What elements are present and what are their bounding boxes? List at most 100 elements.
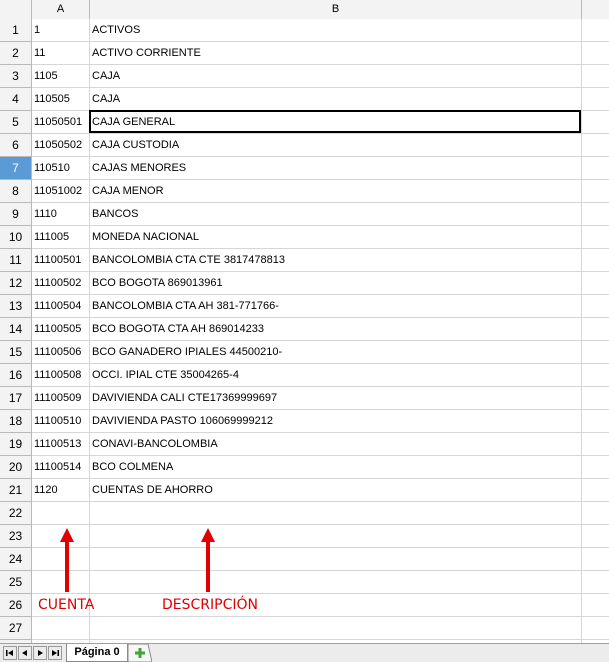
cell-descripcion[interactable]: CUENTAS DE AHORRO xyxy=(90,479,582,501)
row-header[interactable]: 2 xyxy=(0,42,32,65)
cell-descripcion[interactable]: BANCOLOMBIA CTA CTE 3817478813 xyxy=(90,249,582,271)
row-header[interactable]: 18 xyxy=(0,410,32,433)
cell-descripcion[interactable] xyxy=(90,617,582,639)
row-header[interactable]: 7 xyxy=(0,157,32,180)
cell-descripcion[interactable]: CAJA CUSTODIA xyxy=(90,134,582,156)
cell-empty[interactable] xyxy=(582,203,609,225)
cell-empty[interactable] xyxy=(582,249,609,271)
select-all-corner[interactable] xyxy=(0,0,32,19)
cell-empty[interactable] xyxy=(582,548,609,570)
cell-cuenta[interactable]: 11100506 xyxy=(32,341,90,363)
cell-descripcion[interactable] xyxy=(90,571,582,593)
cell-empty[interactable] xyxy=(582,157,609,179)
cell-cuenta[interactable]: 1110 xyxy=(32,203,90,225)
cell-cuenta[interactable]: 11100501 xyxy=(32,249,90,271)
cell-cuenta[interactable]: 11100509 xyxy=(32,387,90,409)
row-header[interactable]: 20 xyxy=(0,456,32,479)
cell-cuenta[interactable]: 11050501 xyxy=(32,111,90,133)
last-sheet-button[interactable] xyxy=(48,646,62,660)
cell-cuenta[interactable]: 11 xyxy=(32,42,90,64)
row-header[interactable]: 26 xyxy=(0,594,32,617)
cell-empty[interactable] xyxy=(582,42,609,64)
cell-cuenta[interactable]: 11100504 xyxy=(32,295,90,317)
cell-cuenta[interactable]: 11100508 xyxy=(32,364,90,386)
cell-cuenta[interactable] xyxy=(32,617,90,639)
column-header-c[interactable] xyxy=(582,0,609,19)
cell-empty[interactable] xyxy=(582,364,609,386)
row-header[interactable]: 3 xyxy=(0,65,32,88)
cell-empty[interactable] xyxy=(582,295,609,317)
cell-empty[interactable] xyxy=(582,318,609,340)
row-header[interactable]: 24 xyxy=(0,548,32,571)
cell-empty[interactable] xyxy=(582,571,609,593)
cell-empty[interactable] xyxy=(582,502,609,524)
previous-sheet-button[interactable] xyxy=(18,646,32,660)
cell-cuenta[interactable]: 1 xyxy=(32,19,90,41)
cell-empty[interactable] xyxy=(582,180,609,202)
cell-empty[interactable] xyxy=(582,19,609,41)
row-header[interactable]: 17 xyxy=(0,387,32,410)
cell-cuenta[interactable]: 1120 xyxy=(32,479,90,501)
cell-empty[interactable] xyxy=(582,456,609,478)
cell-cuenta[interactable]: 11100502 xyxy=(32,272,90,294)
cell-descripcion[interactable]: BCO BOGOTA CTA AH 869014233 xyxy=(90,318,582,340)
cell-descripcion[interactable]: BCO GANADERO IPIALES 44500210- xyxy=(90,341,582,363)
cell-empty[interactable] xyxy=(582,111,609,133)
cell-cuenta[interactable]: 11051002 xyxy=(32,180,90,202)
row-header[interactable]: 8 xyxy=(0,180,32,203)
row-header[interactable]: 13 xyxy=(0,295,32,318)
cell-descripcion[interactable] xyxy=(90,502,582,524)
cell-cuenta[interactable]: 110510 xyxy=(32,157,90,179)
cell-cuenta[interactable]: 1105 xyxy=(32,65,90,87)
row-header[interactable]: 16 xyxy=(0,364,32,387)
cell-descripcion[interactable]: BCO BOGOTA 869013961 xyxy=(90,272,582,294)
cell-empty[interactable] xyxy=(582,525,609,547)
cell-empty[interactable] xyxy=(582,479,609,501)
row-header[interactable]: 9 xyxy=(0,203,32,226)
cell-empty[interactable] xyxy=(582,134,609,156)
cell-empty[interactable] xyxy=(582,272,609,294)
row-header[interactable]: 1 xyxy=(0,19,32,42)
cell-descripcion[interactable] xyxy=(90,525,582,547)
cell-descripcion[interactable]: CAJA xyxy=(90,65,582,87)
cell-descripcion[interactable]: CAJAS MENORES xyxy=(90,157,582,179)
row-header[interactable]: 11 xyxy=(0,249,32,272)
row-header[interactable]: 6 xyxy=(0,134,32,157)
cell-descripcion[interactable]: DAVIVIENDA PASTO 106069999212 xyxy=(90,410,582,432)
first-sheet-button[interactable] xyxy=(3,646,17,660)
cell-empty[interactable] xyxy=(582,226,609,248)
cell-cuenta[interactable] xyxy=(32,502,90,524)
row-header[interactable]: 23 xyxy=(0,525,32,548)
row-header[interactable]: 5 xyxy=(0,111,32,134)
next-sheet-button[interactable] xyxy=(33,646,47,660)
cell-empty[interactable] xyxy=(582,594,609,616)
cell-empty[interactable] xyxy=(582,410,609,432)
cell-descripcion[interactable]: CAJA GENERAL xyxy=(90,111,582,133)
cell-descripcion[interactable]: CONAVI-BANCOLOMBIA xyxy=(90,433,582,455)
add-sheet-button[interactable] xyxy=(128,644,152,662)
column-header-b[interactable]: B xyxy=(90,0,582,19)
row-header[interactable]: 4 xyxy=(0,88,32,111)
cell-descripcion[interactable] xyxy=(90,548,582,570)
row-header[interactable]: 14 xyxy=(0,318,32,341)
cell-empty[interactable] xyxy=(582,617,609,639)
cell-cuenta[interactable]: 111005 xyxy=(32,226,90,248)
row-header[interactable]: 10 xyxy=(0,226,32,249)
cell-descripcion[interactable]: DAVIVIENDA CALI CTE17369999697 xyxy=(90,387,582,409)
row-header[interactable]: 15 xyxy=(0,341,32,364)
row-header[interactable]: 21 xyxy=(0,479,32,502)
cell-descripcion[interactable]: BCO COLMENA xyxy=(90,456,582,478)
cell-cuenta[interactable]: 11100514 xyxy=(32,456,90,478)
cell-descripcion[interactable]: OCCI. IPIAL CTE 35004265-4 xyxy=(90,364,582,386)
row-header[interactable]: 19 xyxy=(0,433,32,456)
cell-empty[interactable] xyxy=(582,65,609,87)
cell-cuenta[interactable]: 11100505 xyxy=(32,318,90,340)
cell-descripcion[interactable]: BANCOLOMBIA CTA AH 381-771766- xyxy=(90,295,582,317)
cell-descripcion[interactable]: ACTIVOS xyxy=(90,19,582,41)
cell-descripcion[interactable]: MONEDA NACIONAL xyxy=(90,226,582,248)
row-header[interactable]: 25 xyxy=(0,571,32,594)
cell-empty[interactable] xyxy=(582,88,609,110)
cell-empty[interactable] xyxy=(582,387,609,409)
cell-cuenta[interactable]: 110505 xyxy=(32,88,90,110)
row-header[interactable]: 27 xyxy=(0,617,32,640)
